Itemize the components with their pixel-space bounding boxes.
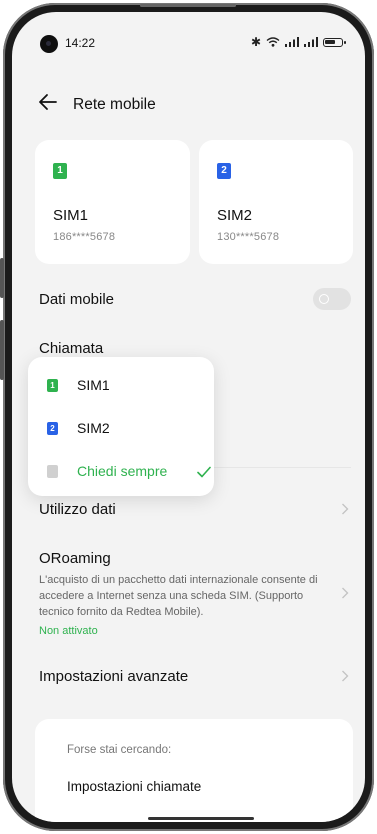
popup-item-label: SIM1 — [77, 377, 110, 393]
popup-item-ask-always[interactable]: Chiedi sempre — [28, 451, 214, 491]
chevron-right-icon — [342, 587, 349, 599]
sim2-icon: 2 — [217, 163, 231, 179]
chevron-right-icon — [342, 670, 349, 682]
status-icons: ✱ — [250, 35, 346, 49]
sim2-number: 130****5678 — [217, 231, 280, 243]
search-suggestion-link[interactable]: Impostazioni chiamate — [67, 779, 201, 794]
popup-item-sim1[interactable]: 1 SIM1 — [28, 365, 214, 405]
sim2-name: SIM2 — [217, 207, 253, 224]
data-usage-label[interactable]: Utilizzo dati — [39, 501, 116, 518]
checkmark-icon — [197, 466, 211, 478]
sim-generic-icon — [47, 465, 58, 478]
sim1-name: SIM1 — [53, 207, 89, 224]
back-arrow-icon[interactable] — [38, 93, 58, 111]
sim1-card[interactable]: 1 SIM1 186****5678 — [35, 140, 190, 264]
mobile-data-toggle[interactable] — [313, 288, 351, 310]
sim2-card[interactable]: 2 SIM2 130****5678 — [199, 140, 353, 264]
battery-icon — [323, 37, 346, 47]
volume-button — [0, 258, 4, 298]
sim2-icon: 2 — [47, 422, 58, 435]
signal-icon — [285, 37, 299, 47]
search-hint: Forse stai cercando: — [67, 744, 172, 756]
phone-frame: 14:22 ✱ Rete mobile 1 SIM1 186****5678 2… — [0, 0, 377, 834]
call-label[interactable]: Chiamata — [39, 340, 103, 357]
popup-item-label: Chiedi sempre — [77, 463, 168, 479]
bluetooth-icon: ✱ — [250, 35, 261, 49]
advanced-settings-label[interactable]: Impostazioni avanzate — [39, 668, 188, 685]
wifi-icon — [266, 37, 280, 47]
signal-icon — [304, 37, 318, 47]
sim1-icon: 1 — [53, 163, 67, 179]
search-suggestions-card: Forse stai cercando: Impostazioni chiama… — [35, 719, 353, 822]
oroaming-label[interactable]: ORoaming — [39, 550, 111, 567]
screen: 14:22 ✱ Rete mobile 1 SIM1 186****5678 2… — [12, 12, 365, 822]
mobile-data-label: Dati mobile — [39, 291, 115, 308]
popup-item-label: SIM2 — [77, 420, 110, 436]
sim1-number: 186****5678 — [53, 231, 116, 243]
page-title: Rete mobile — [73, 96, 156, 113]
earpiece — [140, 4, 236, 7]
popup-item-sim2[interactable]: 2 SIM2 — [28, 408, 214, 448]
call-sim-popup: 1 SIM1 2 SIM2 Chiedi sempre — [28, 357, 214, 496]
power-button — [0, 320, 4, 380]
oroaming-status: Non attivato — [39, 625, 98, 637]
sim1-icon: 1 — [47, 379, 58, 392]
front-camera — [40, 35, 58, 53]
status-time: 14:22 — [65, 36, 96, 50]
chevron-right-icon — [342, 503, 349, 515]
oroaming-description: L'acquisto di un pacchetto dati internaz… — [39, 574, 318, 618]
home-indicator[interactable] — [148, 817, 254, 820]
